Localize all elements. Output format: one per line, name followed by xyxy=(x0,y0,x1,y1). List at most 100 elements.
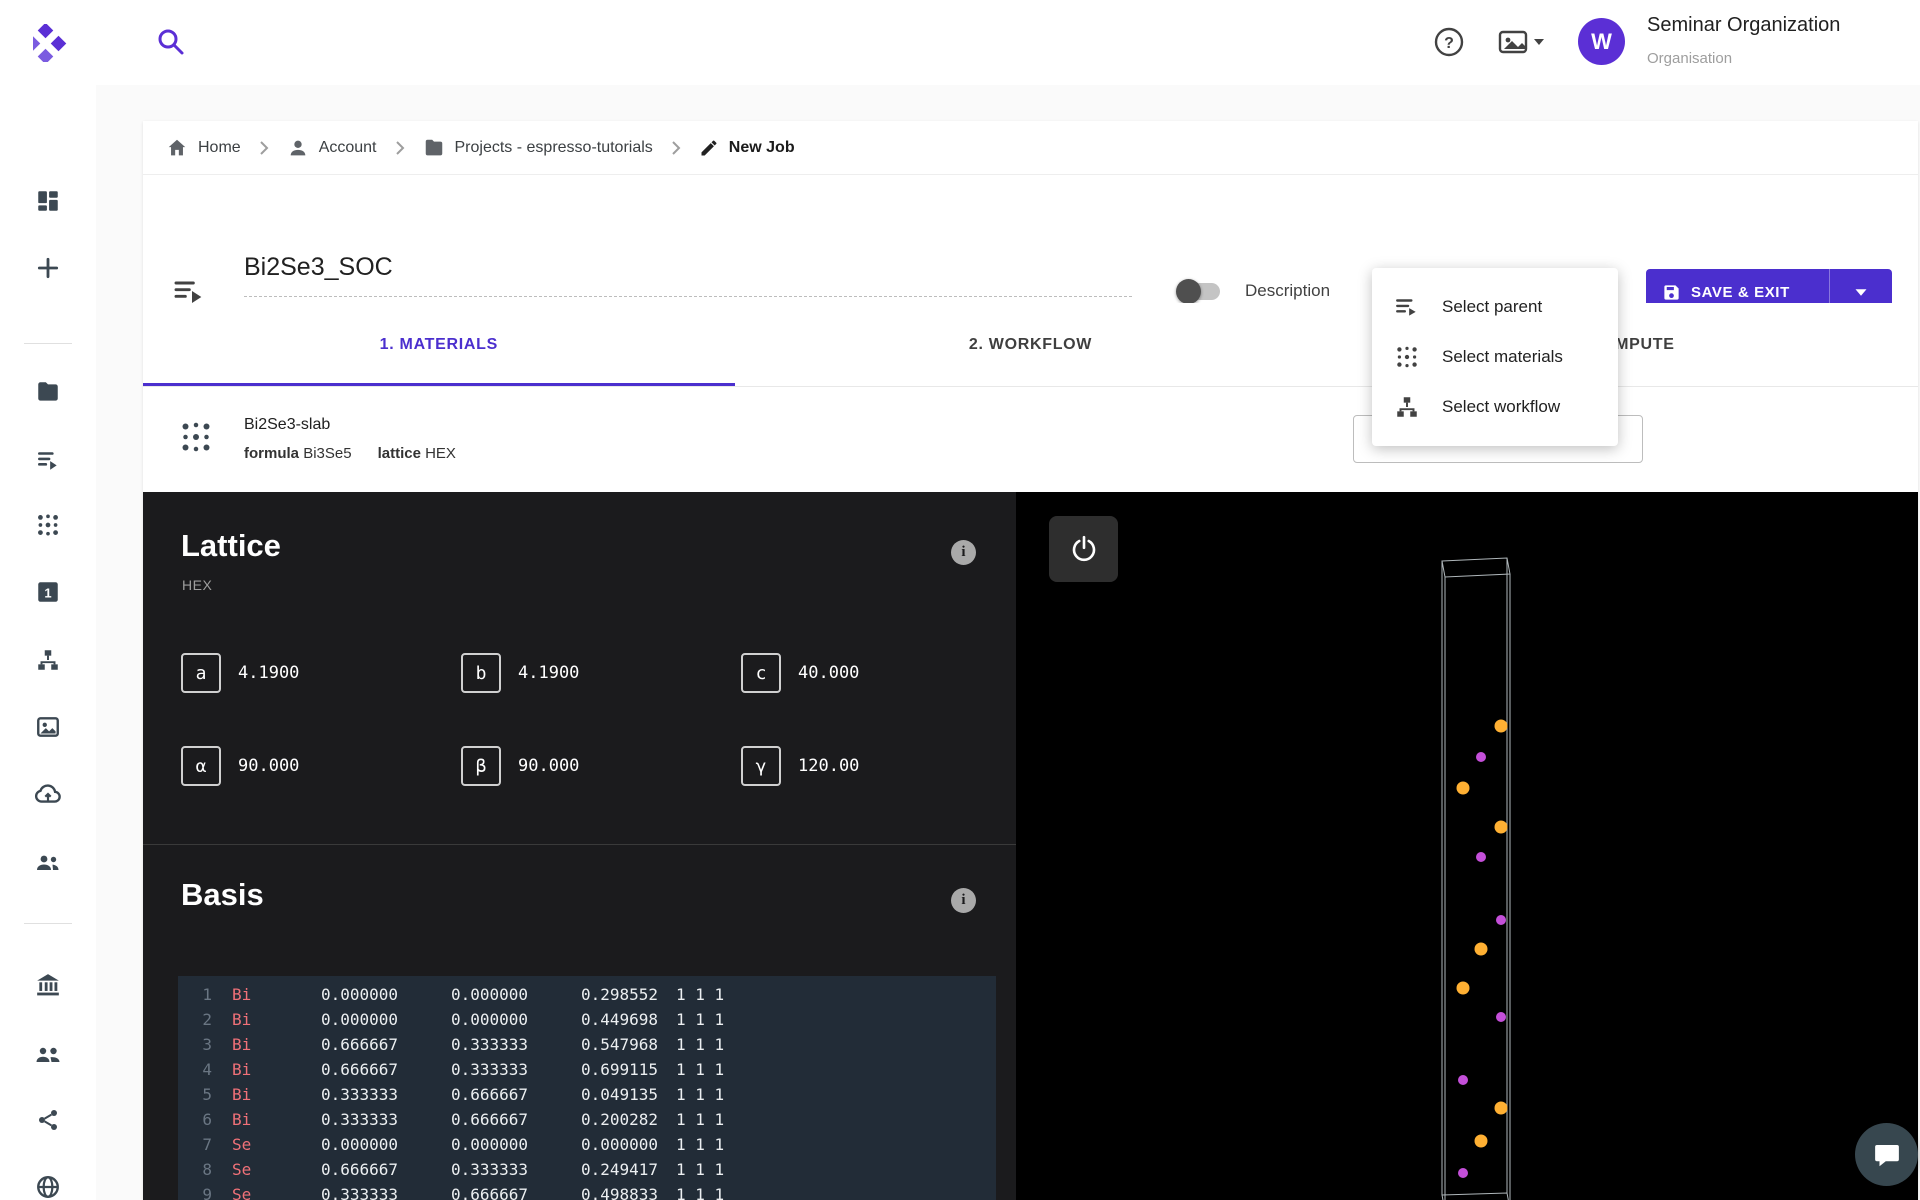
coord-z: 0.049135 xyxy=(528,1082,658,1107)
line-number: 3 xyxy=(178,1032,212,1057)
coord-z: 0.200282 xyxy=(528,1107,658,1132)
jobs-one-icon[interactable]: 1 xyxy=(0,564,96,620)
line-number: 7 xyxy=(178,1132,212,1157)
select-parent-icon xyxy=(1394,294,1420,320)
save-exit-main[interactable]: SAVE & EXIT xyxy=(1646,283,1829,302)
toggle-knob xyxy=(1176,279,1201,304)
images-icon[interactable] xyxy=(0,699,96,755)
job-title-field[interactable]: Bi2Se3_SOC xyxy=(244,253,1132,297)
constraint-flags: 1 1 1 xyxy=(658,1157,738,1182)
lattice-panel: Lattice i HEX a 4.1900 b 4.1900 xyxy=(143,492,1016,1200)
basis-row: 3 Bi 0.666667 0.333333 0.547968 1 1 1 xyxy=(178,1032,996,1057)
organization-bank-icon[interactable] xyxy=(0,957,96,1013)
atom xyxy=(1458,1075,1468,1085)
editor-area: Lattice i HEX a 4.1900 b 4.1900 xyxy=(143,492,1918,1200)
coord-z: 0.000000 xyxy=(528,1132,658,1157)
lattice-param-value[interactable]: 120.00 xyxy=(798,756,859,776)
line-number: 8 xyxy=(178,1157,212,1182)
line-number: 4 xyxy=(178,1057,212,1082)
line-number: 1 xyxy=(178,982,212,1007)
breadcrumb-separator-icon xyxy=(395,140,405,156)
lattice-param-symbol: a xyxy=(181,653,221,693)
sidebar-divider xyxy=(24,923,72,924)
lattice-param-value[interactable]: 4.1900 xyxy=(238,663,299,683)
lattice-param-value[interactable]: 90.000 xyxy=(238,756,299,776)
coord-y: 0.000000 xyxy=(398,1132,528,1157)
element-symbol: Bi xyxy=(212,1057,268,1082)
unit-cell-wireframe xyxy=(1016,492,1918,1200)
structure-viewer[interactable] xyxy=(1016,492,1918,1200)
breadcrumb-home[interactable]: Home xyxy=(166,137,241,159)
lattice-param-symbol: c xyxy=(741,653,781,693)
formula-label: formula xyxy=(244,445,299,462)
element-symbol: Se xyxy=(212,1132,268,1157)
org-users-icon[interactable] xyxy=(0,1026,96,1082)
atom xyxy=(1495,821,1508,834)
save-icon xyxy=(1662,283,1681,302)
constraint-flags: 1 1 1 xyxy=(658,1082,738,1107)
jobs-list-icon[interactable] xyxy=(0,432,96,488)
material-bar: Bi2Se3-slab formula Bi3Se5lattice HEX 1 … xyxy=(143,387,1918,492)
description-label: Description xyxy=(1245,281,1330,301)
breadcrumb-project[interactable]: Projects - espresso-tutorials xyxy=(423,137,653,159)
breadcrumb-account[interactable]: Account xyxy=(287,137,377,159)
help-icon[interactable]: ? xyxy=(1432,25,1466,59)
workflows-icon[interactable] xyxy=(0,632,96,688)
coord-z: 0.298552 xyxy=(528,982,658,1007)
chat-widget-button[interactable] xyxy=(1855,1123,1918,1186)
search-icon[interactable] xyxy=(155,26,189,60)
basis-row: 5 Bi 0.333333 0.666667 0.049135 1 1 1 xyxy=(178,1082,996,1107)
menu-item-select-parent[interactable]: Select parent xyxy=(1372,282,1618,332)
tab-workflow[interactable]: 2. WORKFLOW xyxy=(735,303,1327,386)
coord-x: 0.000000 xyxy=(268,982,398,1007)
menu-item-select-materials[interactable]: Select materials xyxy=(1372,332,1618,382)
top-bar: ? W Seminar Organization Organisation xyxy=(0,0,1920,85)
lattice-info-icon[interactable]: i xyxy=(951,540,976,565)
chevron-down-icon xyxy=(1853,287,1869,298)
element-symbol: Se xyxy=(212,1157,268,1182)
job-actions-menu: Select parent Select materials Select wo… xyxy=(1372,268,1618,446)
menu-item-select-workflow[interactable]: Select workflow xyxy=(1372,382,1618,432)
coord-x: 0.000000 xyxy=(268,1007,398,1032)
lattice-param-value[interactable]: 40.000 xyxy=(798,663,859,683)
atom xyxy=(1476,852,1486,862)
lattice-param-value[interactable]: 4.1900 xyxy=(518,663,579,683)
team-icon[interactable] xyxy=(0,834,96,890)
atom xyxy=(1475,1135,1488,1148)
app-logo-icon[interactable] xyxy=(33,24,71,62)
globe-icon[interactable] xyxy=(0,1159,96,1200)
atom xyxy=(1495,1102,1508,1115)
materials-atoms-icon[interactable] xyxy=(0,497,96,553)
coord-z: 0.249417 xyxy=(528,1157,658,1182)
save-dropdown-caret[interactable] xyxy=(1830,287,1892,298)
org-name: Seminar Organization xyxy=(1647,14,1840,37)
select-materials-icon xyxy=(1394,344,1420,370)
create-new-plus-icon[interactable] xyxy=(0,240,96,296)
projects-folder-icon[interactable] xyxy=(0,364,96,420)
share-icon[interactable] xyxy=(0,1092,96,1148)
description-toggle[interactable] xyxy=(1178,283,1220,300)
constraint-flags: 1 1 1 xyxy=(658,982,738,1007)
constraint-flags: 1 1 1 xyxy=(658,1007,738,1032)
lattice-param-value[interactable]: 90.000 xyxy=(518,756,579,776)
constraint-flags: 1 1 1 xyxy=(658,1107,738,1132)
basis-row: 7 Se 0.000000 0.000000 0.000000 1 1 1 xyxy=(178,1132,996,1157)
app-switcher-icon[interactable] xyxy=(1498,27,1552,57)
dashboard-icon[interactable] xyxy=(0,173,96,229)
formula-value: Bi3Se5 xyxy=(303,445,351,462)
basis-editor[interactable]: 1 Bi 0.000000 0.000000 0.298552 1 1 1 2 … xyxy=(178,976,996,1200)
constraint-flags: 1 1 1 xyxy=(658,1032,738,1057)
line-number: 5 xyxy=(178,1082,212,1107)
lattice-params: a 4.1900 b 4.1900 c 40.000 α xyxy=(181,653,1021,786)
line-number: 9 xyxy=(178,1182,212,1200)
material-name: Bi2Se3-slab xyxy=(244,416,330,434)
cloud-upload-icon[interactable] xyxy=(0,766,96,822)
tab-materials[interactable]: 1. MATERIALS xyxy=(143,303,735,386)
svg-text:?: ? xyxy=(1444,35,1454,52)
breadcrumb-separator-icon xyxy=(259,140,269,156)
basis-info-icon[interactable]: i xyxy=(951,888,976,913)
breadcrumb-new-job[interactable]: New Job xyxy=(699,138,795,158)
lattice-param-field: b 4.1900 xyxy=(461,653,741,693)
avatar[interactable]: W xyxy=(1578,18,1625,65)
element-symbol: Bi xyxy=(212,1107,268,1132)
